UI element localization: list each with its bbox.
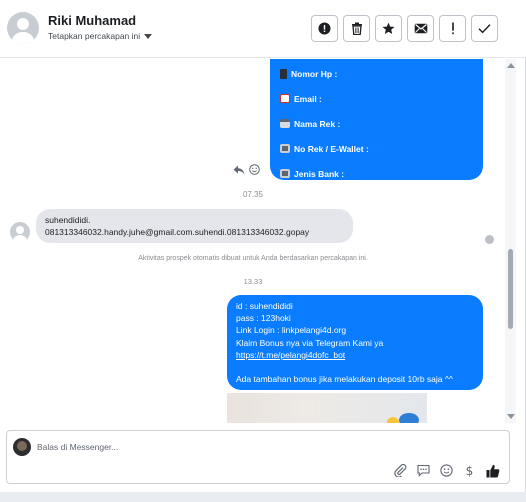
contact-name[interactable]: Riki Muhamad [48, 13, 136, 28]
smiley-icon [440, 464, 453, 477]
mark-spam-button[interactable] [439, 15, 466, 42]
form-field-label: Nama Rek : [294, 118, 341, 129]
mark-done-button[interactable] [471, 15, 498, 42]
thumbs-up-icon [486, 464, 499, 477]
mail-button[interactable] [407, 15, 434, 42]
form-field-label: Nomor Hp : [291, 68, 338, 79]
attach-button[interactable] [393, 463, 408, 478]
phone-icon [280, 68, 287, 79]
form-field-label: Jenis Bank : [294, 168, 345, 179]
image-attachment[interactable] [227, 393, 427, 423]
dollar-icon: $ [465, 463, 474, 478]
assign-conversation-label: Tetapkan percakapan ini [48, 31, 141, 41]
star-icon [382, 22, 395, 34]
page-avatar [13, 438, 31, 456]
timestamp: 07.35 [242, 190, 264, 199]
message-line: id : suhendididi [236, 301, 293, 311]
assign-conversation-dropdown[interactable]: Tetapkan percakapan ini [48, 31, 153, 41]
form-field: Nama Rek : [280, 111, 473, 136]
emoji-react-icon[interactable] [249, 164, 260, 175]
outgoing-form-message[interactable]: Nomor Hp : Email : Nama Rek : No Rek / E… [270, 59, 483, 180]
promo-line: Ada tambahan bonus jika melakukan deposi… [236, 374, 453, 385]
telegram-link[interactable]: https://t.me/pelangi4dofc_bot [236, 349, 474, 361]
form-field: Email : [280, 86, 473, 111]
message-line: pass : 123hoki [236, 313, 291, 324]
envelope-icon [414, 23, 427, 34]
message-line: Link Login : linkpelangi4d.org [236, 325, 347, 336]
contact-avatar[interactable] [7, 12, 39, 44]
atm-icon [280, 144, 290, 153]
thread-scrollbar[interactable] [505, 59, 516, 423]
seen-indicator-icon [485, 235, 494, 244]
outgoing-message[interactable]: id : suhendididi pass : 123hoki Link Log… [227, 295, 483, 390]
checkmark-icon [478, 24, 491, 34]
message-line: Klaim Bonus nya via Telegram Kami ya [236, 337, 384, 348]
page-footer-strip [0, 492, 526, 502]
paperclip-icon [394, 464, 407, 477]
form-field: Nomor Hp : [280, 61, 473, 86]
composer-tools: $ [393, 463, 500, 478]
atm-icon [280, 169, 290, 178]
form-field: No Rek / E-Wallet : [280, 136, 473, 161]
exclamation-icon [451, 22, 454, 35]
messenger-panel: Riki Muhamad Tetapkan percakapan ini Nom… [0, 0, 526, 502]
reply-input[interactable] [37, 439, 457, 455]
emoji-button[interactable] [439, 463, 454, 478]
caret-down-icon [144, 33, 153, 39]
card-icon [280, 119, 290, 128]
system-note: Aktivitas prospek otomatis dibuat untuk … [138, 255, 368, 262]
info-circle-icon [318, 22, 331, 35]
scroll-down-arrow-icon[interactable] [507, 414, 515, 419]
mail-icon [280, 94, 290, 103]
sender-avatar [10, 222, 30, 242]
trash-icon [351, 22, 362, 35]
payment-button[interactable]: $ [462, 463, 477, 478]
header-actions [311, 15, 498, 42]
scroll-up-arrow-icon[interactable] [507, 63, 515, 68]
chat-bubble-icon [417, 464, 430, 477]
message-thread[interactable]: Nomor Hp : Email : Nama Rek : No Rek / E… [0, 59, 516, 423]
message-actions [233, 164, 260, 175]
like-button[interactable] [485, 463, 500, 478]
incoming-message[interactable]: suhendididi. 081313346032.handy.juhe@gma… [36, 209, 353, 243]
delete-button[interactable] [343, 15, 370, 42]
timestamp: 13.33 [243, 277, 263, 286]
incoming-message-line: suhendididi. [45, 215, 91, 225]
incoming-message-line: 081313346032.handy.juhe@gmail.com.suhend… [45, 227, 310, 237]
conversation-header: Riki Muhamad Tetapkan percakapan ini [0, 0, 526, 58]
form-field-label: No Rek / E-Wallet : [294, 143, 369, 154]
info-button[interactable] [311, 15, 338, 42]
scroll-thumb[interactable] [508, 249, 513, 329]
reply-composer: $ [6, 430, 510, 484]
star-button[interactable] [375, 15, 402, 42]
form-field-label: Email : [294, 93, 322, 104]
saved-replies-button[interactable] [416, 463, 431, 478]
form-field: Jenis Bank : [280, 161, 473, 186]
reply-icon[interactable] [233, 165, 245, 175]
